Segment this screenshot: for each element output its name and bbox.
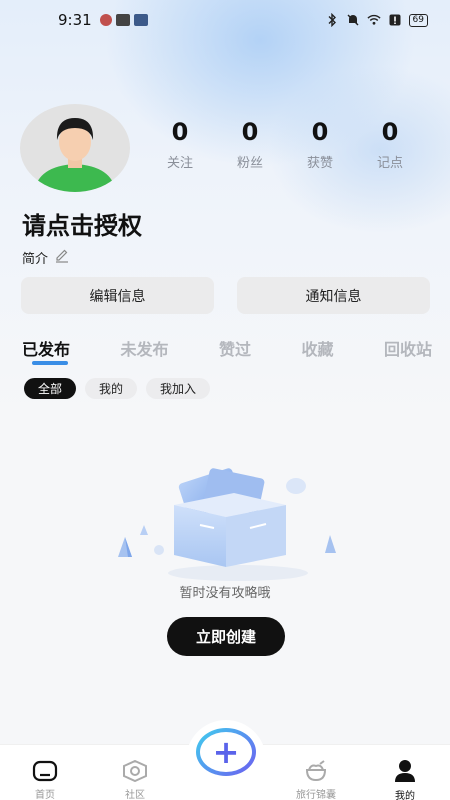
tab-label: 未发布	[120, 340, 169, 359]
stat-value: 0	[381, 118, 399, 146]
stat-label: 记点	[376, 156, 403, 171]
avatar-person-icon	[34, 118, 116, 192]
status-left: 9:31	[58, 11, 148, 29]
stat-value: 0	[311, 118, 329, 146]
stat-label: 获赞	[306, 156, 333, 171]
profile-stats: 0 关注 0 粉丝 0 获赞 0 记点	[145, 118, 425, 171]
tab-recycle-bin[interactable]: 回收站	[384, 336, 432, 366]
status-right: 69	[325, 13, 428, 27]
username-authorize[interactable]: 请点击授权	[22, 206, 142, 241]
stat-followers[interactable]: 0 粉丝	[215, 118, 285, 171]
tab-favorites[interactable]: 收藏	[301, 336, 333, 366]
nav-item-community[interactable]: 社区	[100, 745, 170, 800]
nav-item-profile[interactable]: 我的	[370, 745, 440, 800]
stat-points[interactable]: 0 记点	[355, 118, 425, 171]
profile-actions: 编辑信息 通知信息	[21, 277, 430, 314]
nav-label: 社区	[125, 790, 145, 800]
tab-liked[interactable]: 赞过	[219, 336, 251, 366]
tab-label: 回收站	[383, 340, 432, 359]
active-tab-indicator	[32, 361, 68, 365]
empty-box-illustration	[118, 468, 336, 581]
edit-pencil-icon[interactable]	[54, 247, 70, 263]
stat-value: 0	[171, 118, 189, 146]
nav-label: 我的	[395, 791, 415, 800]
stat-following[interactable]: 0 关注	[145, 118, 215, 171]
stat-value: 0	[241, 118, 259, 146]
status-bar: 9:31 69	[0, 0, 450, 40]
wifi-icon	[366, 13, 381, 27]
bluetooth-icon	[325, 13, 339, 27]
tab-label: 已发布	[22, 340, 71, 359]
nav-item-home[interactable]: 首页	[10, 745, 80, 800]
travel-bag-icon	[303, 759, 329, 782]
create-now-button[interactable]: 立即创建	[167, 617, 285, 656]
avatar[interactable]	[20, 104, 130, 192]
filter-chip-all[interactable]: 全部	[24, 378, 77, 399]
edit-info-button[interactable]: 编辑信息	[21, 277, 214, 314]
nav-label: 首页	[35, 790, 55, 800]
filter-chips: 全部 我的 我加入	[24, 378, 211, 399]
plus-icon: +	[212, 733, 240, 771]
add-post-button[interactable]: +	[196, 728, 256, 776]
tab-label: 赞过	[218, 340, 251, 359]
status-time: 9:31	[58, 11, 92, 29]
filter-chip-mine[interactable]: 我的	[85, 378, 138, 399]
bio-row[interactable]: 简介	[22, 248, 70, 267]
community-icon	[122, 759, 148, 782]
notification-app-icon	[133, 14, 148, 26]
notification-app-icon	[99, 14, 112, 26]
stat-likes[interactable]: 0 获赞	[285, 118, 355, 171]
battery-indicator: 69	[408, 13, 428, 27]
tab-published[interactable]: 已发布	[22, 336, 70, 366]
filter-chip-joined[interactable]: 我加入	[146, 378, 211, 399]
tab-unpublished[interactable]: 未发布	[120, 336, 168, 366]
nav-label: 旅行锦囊	[296, 790, 336, 800]
notifications-button[interactable]: 通知信息	[237, 277, 430, 314]
bio-label: 简介	[22, 252, 49, 267]
nav-item-travel-tips[interactable]: 旅行锦囊	[281, 745, 351, 800]
notification-app-icon	[115, 14, 130, 26]
alert-icon	[388, 13, 402, 27]
mute-icon	[346, 13, 360, 27]
stat-label: 粉丝	[236, 156, 263, 171]
content-tabs: 已发布 未发布 赞过 收藏 回收站	[22, 336, 432, 366]
profile-icon	[393, 759, 417, 783]
empty-state-message: 暂时没有攻略哦	[179, 586, 271, 601]
home-icon	[32, 759, 58, 782]
tab-label: 收藏	[301, 340, 334, 359]
stat-label: 关注	[166, 156, 193, 171]
